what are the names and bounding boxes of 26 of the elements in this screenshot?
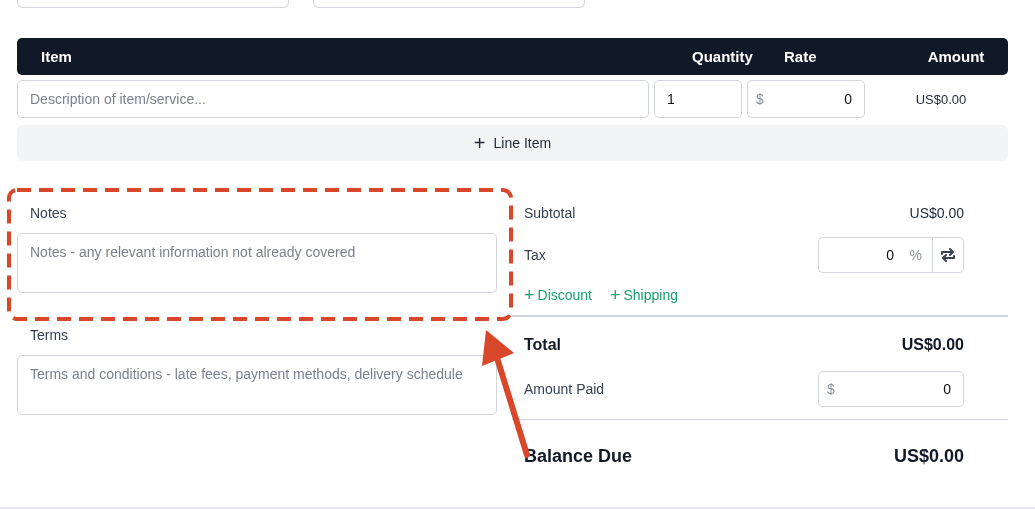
quantity-field[interactable]: 1 <box>654 80 742 118</box>
total-value: US$0.00 <box>901 336 964 354</box>
swap-icon <box>940 248 956 262</box>
currency-symbol: $ <box>827 381 835 397</box>
swap-button[interactable] <box>932 237 964 273</box>
percent-symbol: % <box>909 247 922 263</box>
add-line-item-button[interactable]: + Line Item <box>17 125 1008 161</box>
total-label: Total <box>524 336 562 354</box>
notes-label: Notes <box>29 205 68 221</box>
column-header: Rate <box>784 48 818 65</box>
currency-symbol: $ <box>756 91 764 107</box>
subtotal-value: US$0.00 <box>909 205 964 221</box>
column-header: Item <box>40 48 73 65</box>
column-header: Quantity <box>692 48 754 65</box>
subtotal-label: Subtotal <box>524 205 576 221</box>
input-field[interactable] <box>17 0 289 8</box>
tax-label: Tax <box>524 247 546 263</box>
amount-text: US$0.00 <box>914 91 968 107</box>
column-header: Amount <box>926 48 986 65</box>
terms-field[interactable]: Terms and conditions - late fees, payment methods, delivery schedule <box>17 355 497 415</box>
description-field[interactable]: Description of item/service... <box>17 80 649 118</box>
notes-field[interactable]: Notes - any relevant information not already covered <box>17 233 497 293</box>
terms-label: Terms <box>29 327 70 343</box>
input-field[interactable] <box>313 0 585 8</box>
amount-paid-label: Amount Paid <box>524 381 605 397</box>
balance-due-value: US$0.00 <box>893 445 964 467</box>
